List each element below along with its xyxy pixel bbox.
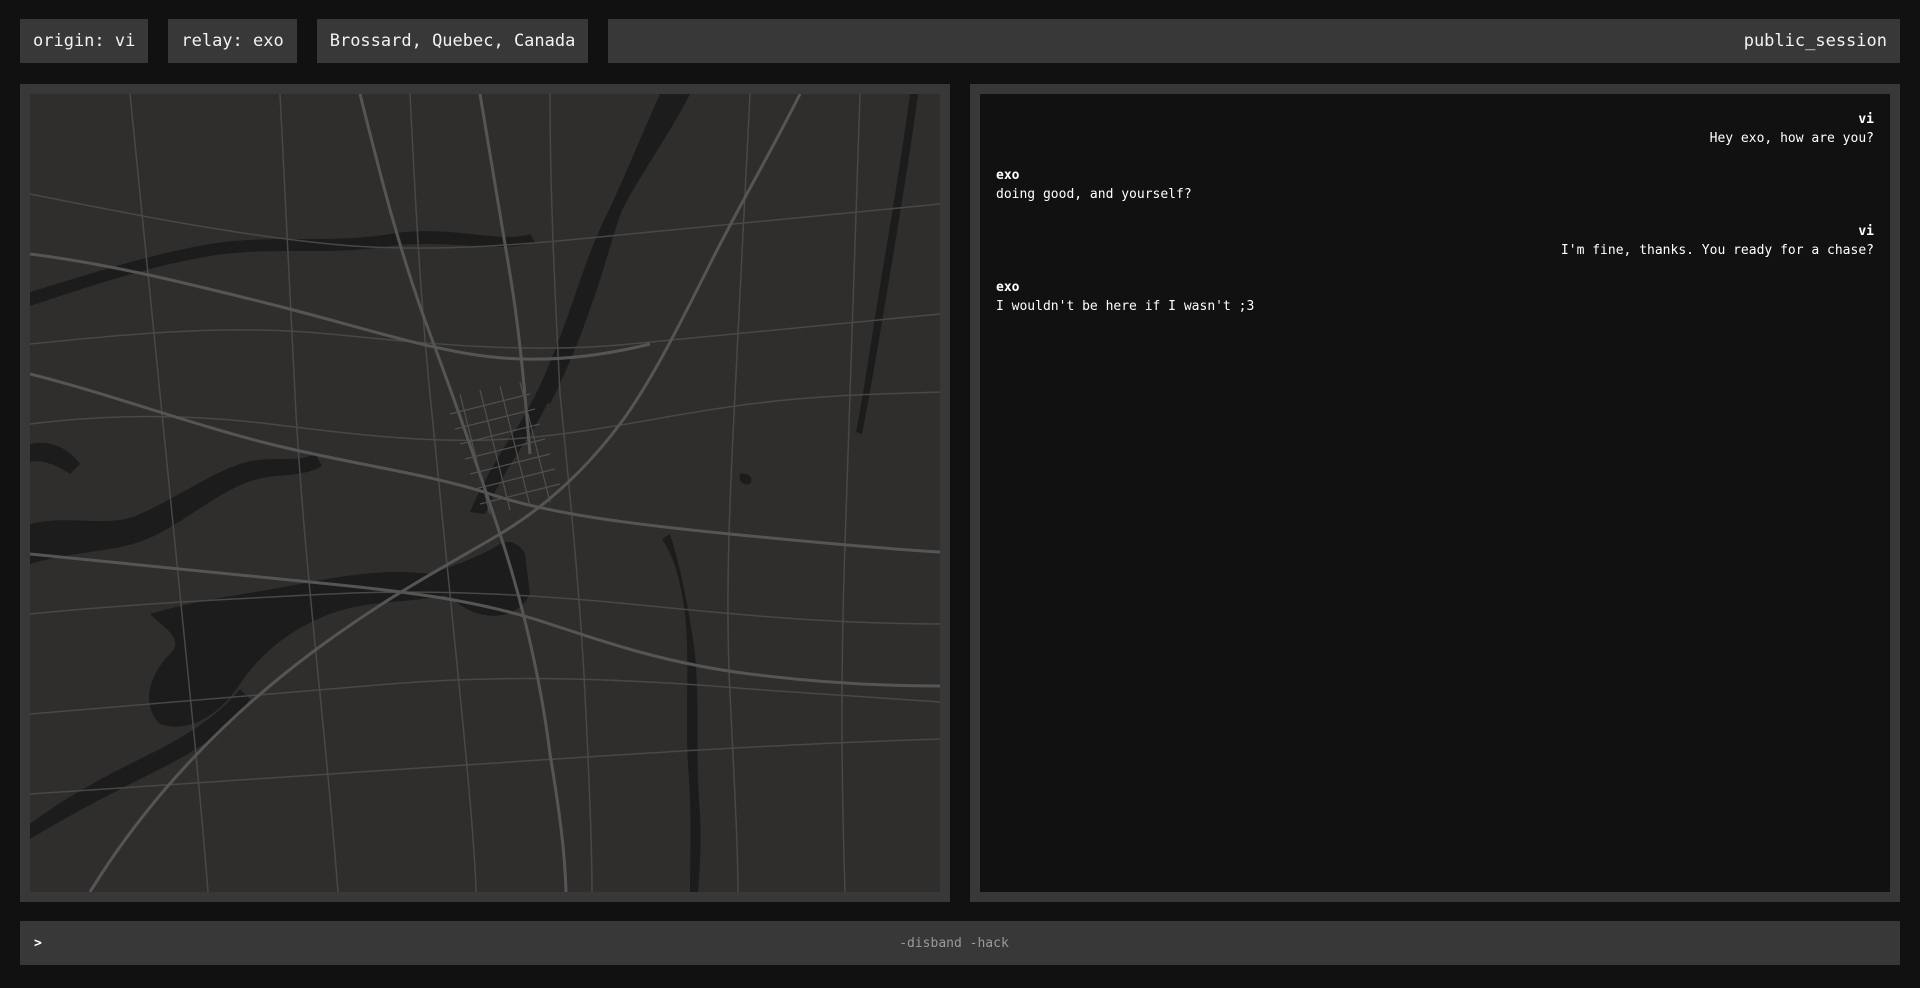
location-label: Brossard, Quebec, Canada <box>316 19 589 63</box>
message-sender: exo <box>996 168 1020 183</box>
chat-message: exo doing good, and yourself? <box>996 166 1874 204</box>
chat-message: exo I wouldn't be here if I wasn't ;3 <box>996 278 1874 316</box>
message-sender: vi <box>1858 224 1874 239</box>
command-input[interactable] <box>54 934 1886 952</box>
message-sender: exo <box>996 280 1020 295</box>
command-bar: > <box>20 921 1900 965</box>
relay-label: relay: exo <box>168 19 297 63</box>
chat-log[interactable]: vi Hey exo, how are you? exo doing good,… <box>980 94 1890 892</box>
chat-message: vi I'm fine, thanks. You ready for a cha… <box>996 222 1874 260</box>
message-text: doing good, and yourself? <box>996 187 1192 202</box>
message-text: I wouldn't be here if I wasn't ;3 <box>996 299 1255 314</box>
session-label: public_session <box>608 19 1900 63</box>
origin-label: origin: vi <box>20 19 149 63</box>
message-text: I'm fine, thanks. You ready for a chase? <box>1560 243 1874 258</box>
chat-panel: vi Hey exo, how are you? exo doing good,… <box>970 84 1900 902</box>
chat-message: vi Hey exo, how are you? <box>996 110 1874 148</box>
message-sender: vi <box>1858 112 1874 127</box>
map-graphic <box>30 94 940 892</box>
prompt-symbol: > <box>34 935 42 951</box>
map-view[interactable] <box>30 94 940 892</box>
map-panel <box>20 84 950 902</box>
message-text: Hey exo, how are you? <box>1709 131 1874 146</box>
top-bar: origin: vi relay: exo Brossard, Quebec, … <box>20 19 1900 63</box>
